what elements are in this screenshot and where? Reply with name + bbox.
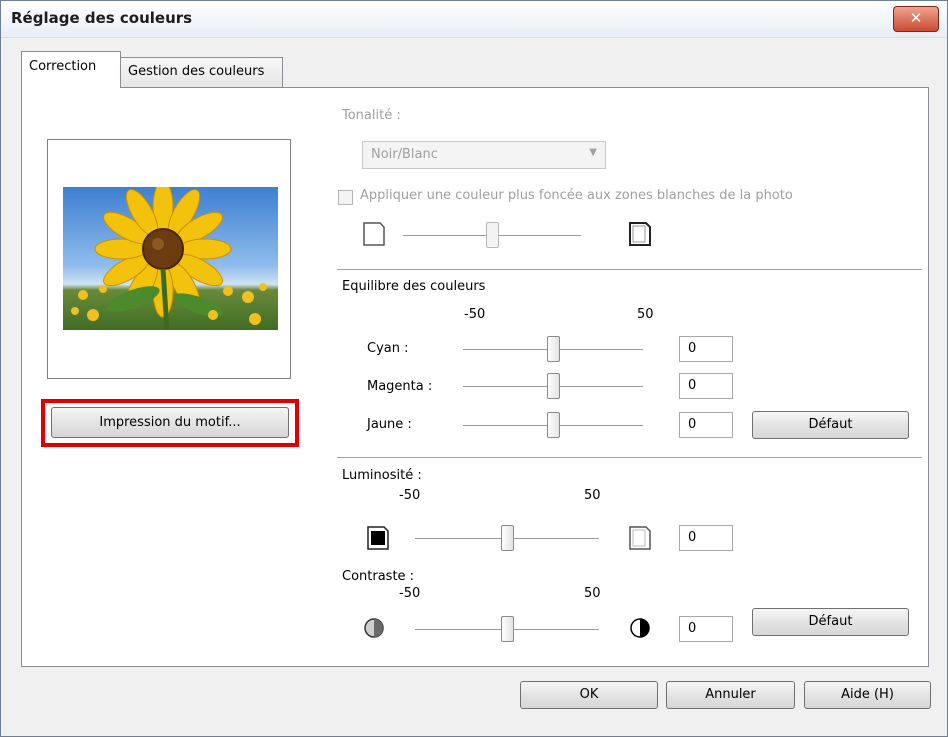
brightness-dark-icon — [367, 526, 389, 550]
darker-white-checkbox[interactable] — [338, 190, 353, 205]
contrast-value-field[interactable]: 0 — [679, 616, 733, 642]
color-adjustment-dialog: Réglage des couleurs ✕ Correction Gestio… — [0, 0, 948, 737]
cyan-value-field[interactable]: 0 — [679, 336, 733, 362]
brightness-max-label: 50 — [584, 488, 601, 503]
yellow-label: Jaune : — [367, 417, 412, 432]
color-balance-heading: Equilibre des couleurs — [342, 279, 486, 294]
tonality-slider-thumb[interactable] — [486, 222, 499, 248]
yellow-value-field[interactable]: 0 — [679, 412, 733, 438]
close-icon: ✕ — [909, 9, 923, 27]
sunflower-image — [71, 187, 267, 330]
tonality-label: Tonalité : — [342, 108, 401, 123]
brightness-slider-thumb[interactable] — [501, 525, 514, 551]
cyan-label: Cyan : — [367, 341, 409, 356]
contrast-high-icon — [630, 618, 650, 638]
tonality-select[interactable]: Noir/Blanc ▼ — [362, 141, 606, 169]
pattern-print-button[interactable]: Impression du motif... — [51, 407, 289, 438]
tab-color-management[interactable]: Gestion des couleurs — [120, 57, 283, 87]
page-dark-edge-icon — [629, 222, 651, 246]
brightness-label: Luminosité : — [342, 468, 422, 483]
magenta-value-field[interactable]: 0 — [679, 373, 733, 399]
yellow-slider-thumb[interactable] — [547, 412, 560, 438]
magenta-slider-thumb[interactable] — [547, 373, 560, 399]
tab-correction[interactable]: Correction — [21, 51, 121, 88]
color-balance-min-label: -50 — [464, 307, 486, 322]
separator — [337, 269, 922, 271]
magenta-label: Magenta : — [367, 379, 433, 394]
preview-image — [63, 187, 278, 330]
contrast-max-label: 50 — [584, 586, 601, 601]
cyan-slider-thumb[interactable] — [547, 336, 560, 362]
color-balance-max-label: 50 — [637, 307, 654, 322]
tonality-select-value: Noir/Blanc — [371, 147, 438, 162]
contrast-label: Contraste : — [342, 569, 415, 584]
contrast-min-label: -50 — [399, 586, 421, 601]
page-light-icon — [363, 222, 385, 246]
color-balance-default-button[interactable]: Défaut — [752, 411, 909, 439]
brightness-value-field[interactable]: 0 — [679, 525, 733, 551]
cancel-button[interactable]: Annuler — [666, 681, 795, 709]
title-bar: Réglage des couleurs ✕ — [1, 1, 947, 38]
help-button[interactable]: Aide (H) — [804, 681, 931, 709]
brightness-light-icon — [629, 526, 651, 550]
window-title: Réglage des couleurs — [11, 9, 193, 27]
close-button[interactable]: ✕ — [893, 6, 939, 32]
contrast-low-icon — [364, 618, 384, 638]
darker-white-label: Appliquer une couleur plus foncée aux zo… — [360, 188, 793, 203]
chevron-down-icon: ▼ — [589, 147, 597, 158]
ok-button[interactable]: OK — [520, 681, 658, 709]
separator — [337, 457, 922, 459]
brightness-min-label: -50 — [399, 488, 421, 503]
contrast-slider-thumb[interactable] — [501, 616, 514, 642]
contrast-default-button[interactable]: Défaut — [752, 608, 909, 636]
